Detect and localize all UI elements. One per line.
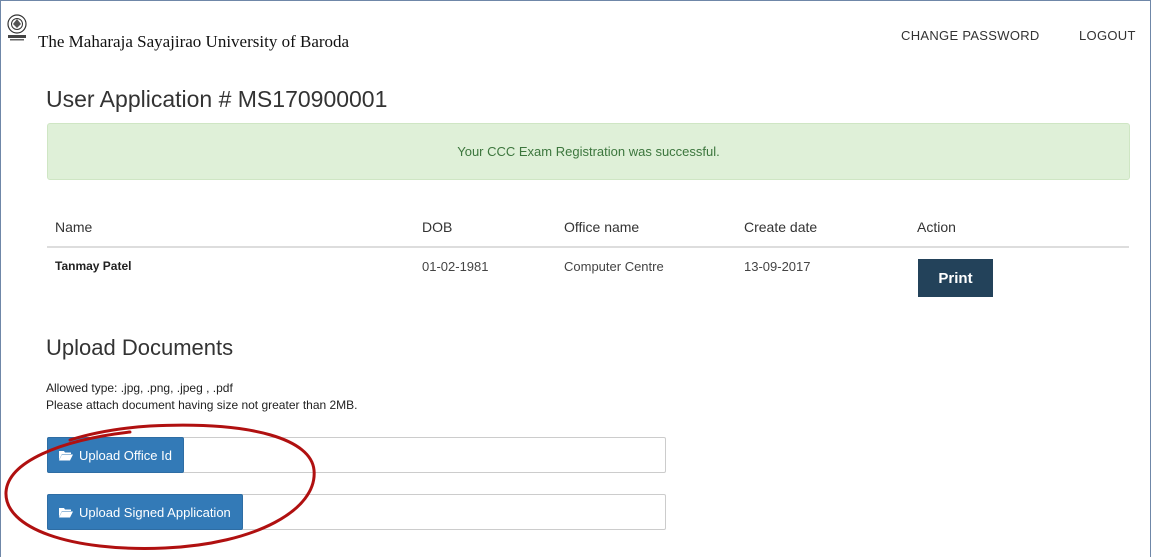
cell-office-name: Computer Centre xyxy=(564,259,664,274)
office-id-upload-field[interactable]: Upload Office Id xyxy=(47,437,666,473)
upload-signed-application-label: Upload Signed Application xyxy=(79,504,231,520)
upload-documents-heading: Upload Documents xyxy=(46,335,234,360)
brand-name: The Maharaja Sayajirao University of Bar… xyxy=(38,32,350,51)
application-table: Name DOB Office name Create date Action … xyxy=(47,215,1129,298)
success-alert-text: Your CCC Exam Registration was successfu… xyxy=(457,144,720,159)
header-action: Action xyxy=(917,219,956,235)
cell-create-date: 13-09-2017 xyxy=(744,259,811,274)
cell-name: Tanmay Patel xyxy=(55,259,132,273)
logout-link[interactable]: LOGOUT xyxy=(1079,28,1136,43)
header-create-date: Create date xyxy=(744,219,818,235)
change-password-link[interactable]: CHANGE PASSWORD xyxy=(901,28,1040,43)
upload-office-id-button[interactable]: Upload Office Id xyxy=(47,437,184,473)
upload-office-id-label: Upload Office Id xyxy=(79,447,172,463)
university-seal-icon xyxy=(7,14,27,41)
signed-application-upload-field[interactable]: Upload Signed Application xyxy=(47,494,666,530)
size-limit-note: Please attach document having size not g… xyxy=(46,398,358,412)
success-alert: Your CCC Exam Registration was successfu… xyxy=(47,123,1130,180)
top-navbar: The Maharaja Sayajirao University of Bar… xyxy=(0,0,1154,65)
table-header-row: Name DOB Office name Create date Action xyxy=(47,215,1129,248)
upload-signed-application-button[interactable]: Upload Signed Application xyxy=(47,494,243,530)
cell-dob: 01-02-1981 xyxy=(422,259,489,274)
header-name: Name xyxy=(55,219,93,235)
table-row: Tanmay Patel 01-02-1981 Computer Centre … xyxy=(47,248,1129,298)
allowed-types-note: Allowed type: .jpg, .png, .jpeg , .pdf xyxy=(46,381,233,395)
header-office-name: Office name xyxy=(564,219,640,235)
print-button[interactable]: Print xyxy=(918,259,993,297)
header-dob: DOB xyxy=(422,219,453,235)
folder-open-icon xyxy=(59,507,73,517)
page-title: User Application # MS170900001 xyxy=(46,86,388,112)
folder-open-icon xyxy=(59,450,73,460)
